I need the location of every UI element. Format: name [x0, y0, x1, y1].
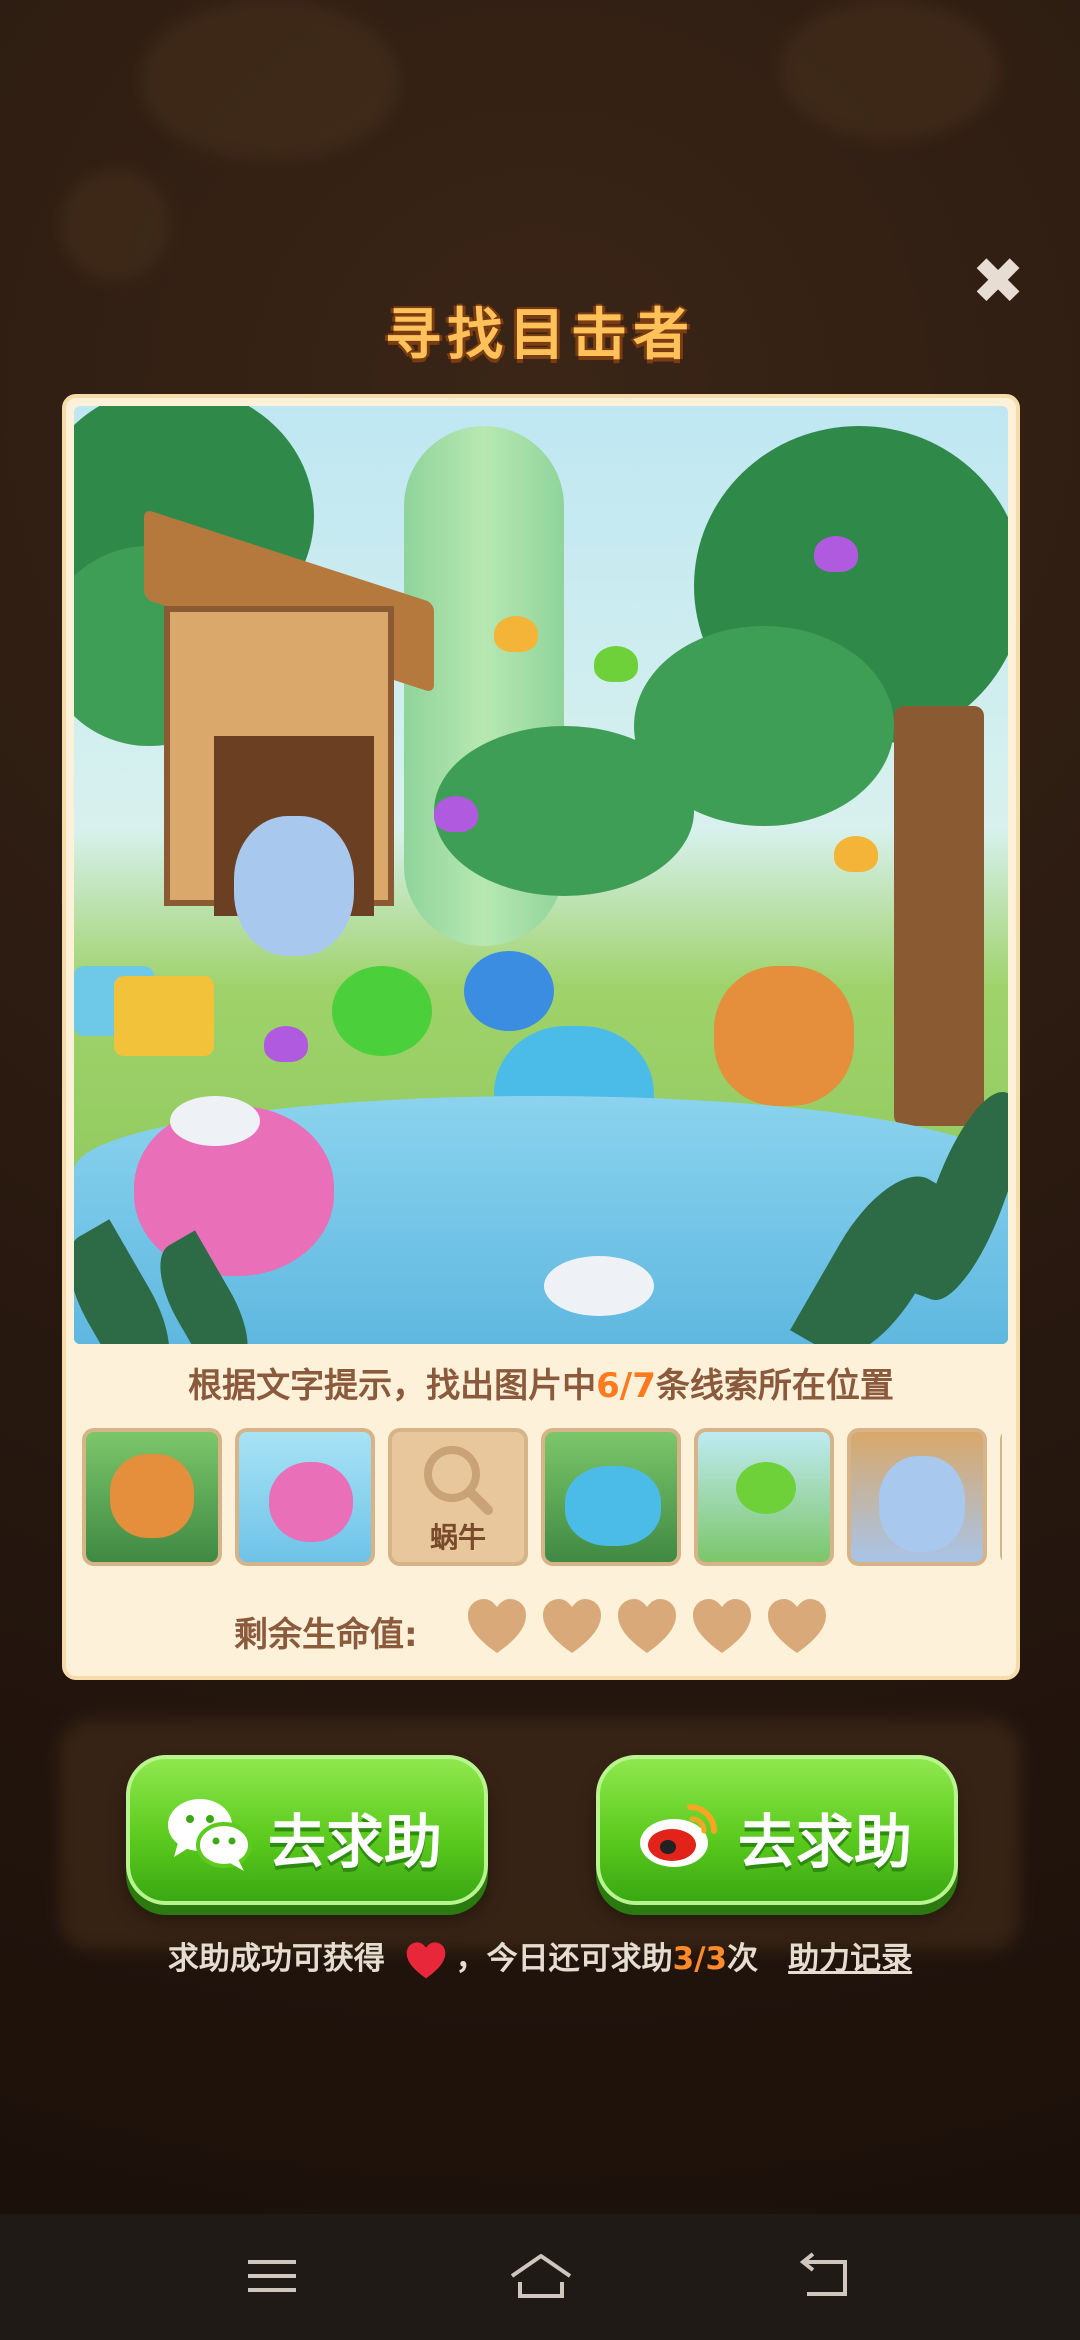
butterfly-illustration[interactable] [834, 836, 878, 872]
help-records-link[interactable]: 助力记录 [788, 1941, 912, 1977]
thumb-squirrel[interactable] [82, 1428, 222, 1566]
clue-suffix: 条线索所在位置 [655, 1366, 894, 1406]
weibo-help-button[interactable]: 去求助 [596, 1755, 958, 1905]
heart-icon [468, 1599, 526, 1653]
red-heart-icon [406, 1941, 445, 1978]
lives-row: 剩余生命值: [66, 1595, 1016, 1665]
help-info-row: 求助成功可获得 ，今日还可求助3/3次 助力记录 [0, 1933, 1080, 1981]
butterfly-illustration[interactable] [594, 646, 638, 682]
paint-bucket-illustration [114, 976, 214, 1056]
floating-hat-illustration[interactable] [544, 1256, 654, 1316]
tree-trunk-illustration [894, 706, 984, 1126]
wechat-icon [168, 1799, 252, 1871]
lives-label: 剩余生命值: [234, 1615, 418, 1655]
back-icon[interactable] [795, 2248, 855, 2304]
thumb-octopus[interactable] [235, 1428, 375, 1566]
help-remaining-text: ，今日还可求助 [455, 1941, 673, 1977]
octopus-thumb-art [269, 1462, 353, 1542]
heart-icon [768, 1599, 826, 1653]
close-icon[interactable]: ✖ [966, 250, 1030, 314]
clue-progress: 6/7 [596, 1366, 656, 1406]
butterfly-illustration[interactable] [434, 796, 478, 832]
snail-label: 蜗牛 [429, 1521, 486, 1554]
help-times-suffix: 次 [727, 1941, 759, 1977]
thumb-green-butterfly[interactable] [694, 1428, 834, 1566]
blue-cat-thumb-art [565, 1466, 661, 1546]
clue-instruction: 根据文字提示，找出图片中6/7条线索所在位置 [66, 1358, 1016, 1407]
yeti-thumb-art [879, 1456, 965, 1552]
butterfly-illustration[interactable] [494, 616, 538, 652]
clue-thumbnail-strip[interactable]: 蜗牛 [82, 1428, 1002, 1570]
thumb-partial[interactable] [1000, 1428, 1002, 1566]
thumb-blue-cat[interactable] [541, 1428, 681, 1566]
heart-icon [543, 1599, 601, 1653]
system-navigation-bar [0, 2214, 1080, 2340]
help-reward-text: 求助成功可获得 [167, 1941, 385, 1977]
butterfly-thumb-art [736, 1462, 796, 1514]
wechat-help-button[interactable]: 去求助 [126, 1755, 488, 1905]
thumb-yeti[interactable] [847, 1428, 987, 1566]
heart-icon [693, 1599, 751, 1653]
blue-robot-character[interactable] [464, 951, 554, 1031]
wechat-help-label: 去求助 [268, 1808, 443, 1876]
help-remaining-count: 3/3 [672, 1941, 728, 1977]
sailor-hat-illustration [170, 1096, 260, 1146]
butterfly-illustration[interactable] [264, 1026, 308, 1062]
weibo-icon [640, 1804, 717, 1867]
green-robot-character[interactable] [332, 966, 432, 1056]
dialog-card: 根据文字提示，找出图片中6/7条线索所在位置 蜗牛 剩余生命值: [62, 394, 1020, 1680]
home-icon[interactable] [506, 2248, 576, 2304]
squirrel-character[interactable] [714, 966, 854, 1106]
butterfly-illustration[interactable] [814, 536, 858, 572]
menu-icon[interactable] [242, 2248, 302, 2304]
thumb-snail-hidden[interactable]: 蜗牛 [388, 1428, 528, 1566]
weibo-help-label: 去求助 [738, 1808, 913, 1876]
clue-prefix: 根据文字提示，找出图片中 [188, 1366, 597, 1406]
dialog-title: 寻找目击者 [385, 303, 695, 368]
squirrel-thumb-art [110, 1454, 194, 1538]
heart-icon [618, 1599, 676, 1653]
search-scene-image[interactable] [74, 406, 1008, 1344]
yeti-character[interactable] [234, 816, 354, 956]
